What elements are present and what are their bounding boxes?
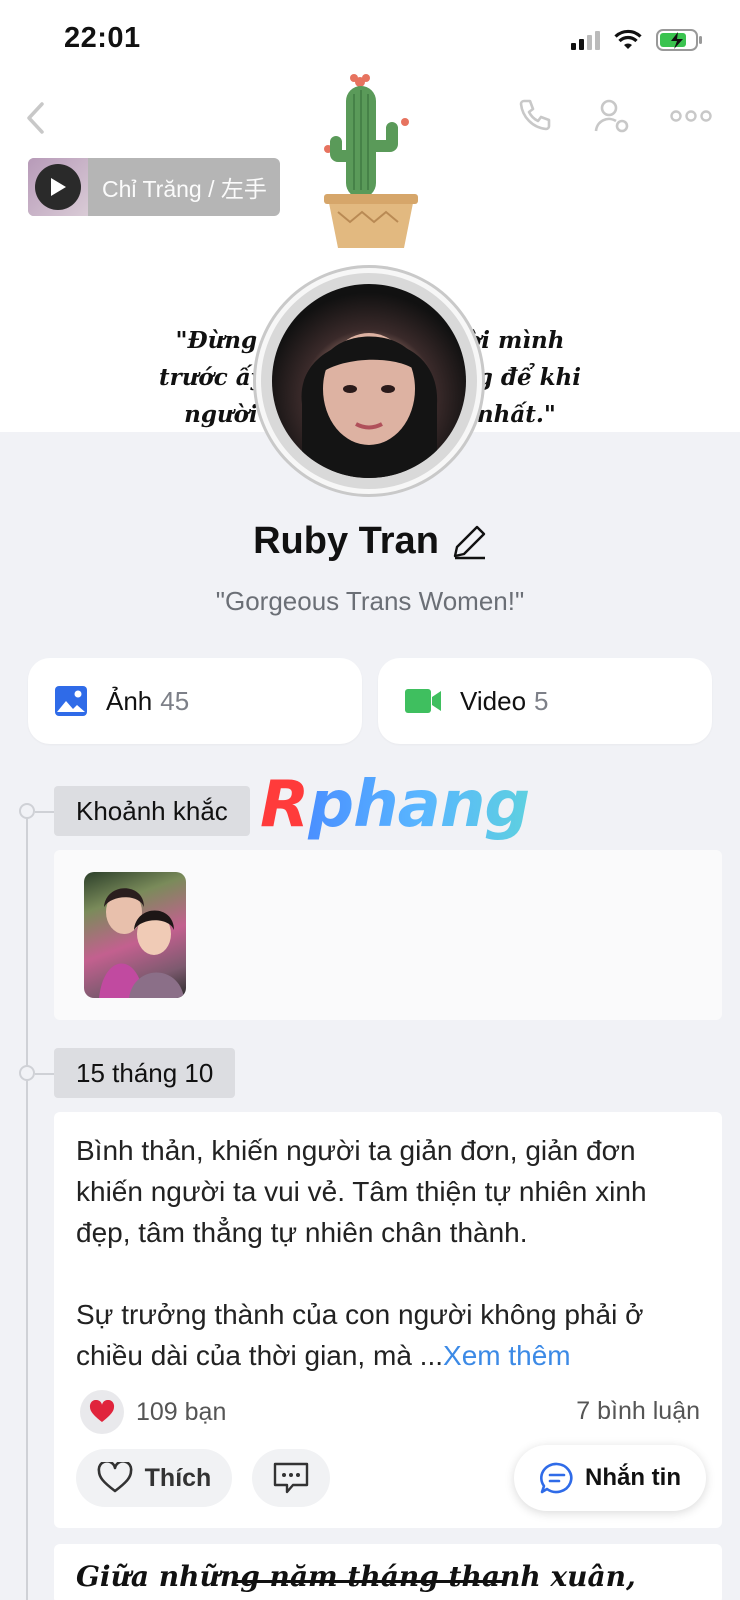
message-button[interactable]: Nhắn tin — [514, 1445, 706, 1511]
post-paragraph-truncated: Sự trưởng thành của con người không phải… — [76, 1294, 706, 1376]
videos-card[interactable]: Video 5 — [378, 658, 712, 744]
moment-photo — [99, 888, 184, 998]
avatar[interactable] — [256, 268, 482, 494]
strikethrough-mark — [236, 1580, 506, 1583]
avatar-photo — [272, 284, 466, 478]
play-icon[interactable] — [35, 164, 81, 210]
timeline-line — [26, 810, 28, 1600]
reactions-summary[interactable]: 109 bạn — [80, 1390, 226, 1434]
timeline-connector — [35, 811, 55, 813]
timeline-dot — [19, 1065, 35, 1081]
music-title: Chỉ Trăng / 左手 — [102, 176, 267, 202]
music-thumbnail — [28, 158, 88, 216]
photos-count: 45 — [160, 685, 190, 716]
comment-bubble-icon — [273, 1462, 309, 1494]
reaction-count: 109 bạn — [136, 1397, 227, 1426]
signal-icon — [571, 30, 600, 50]
profile-bio: "Gorgeous Trans Women!" — [215, 586, 525, 616]
profile-name-row: Ruby Tran — [0, 520, 740, 563]
phone-icon[interactable] — [514, 96, 554, 136]
status-time: 22:01 — [64, 22, 141, 54]
comment-count[interactable]: 7 bình luận — [576, 1397, 700, 1426]
edit-pencil-icon[interactable] — [453, 524, 487, 560]
moment-thumbnail[interactable] — [84, 872, 186, 998]
video-camera-icon — [405, 689, 441, 713]
profile-name: Ruby Tran — [253, 520, 439, 562]
next-post-preview[interactable]: Giữa những năm tháng thanh xuân, — [76, 1560, 636, 1593]
photos-card[interactable]: Ảnh 45 — [28, 658, 362, 744]
like-button[interactable]: Thích — [76, 1449, 232, 1507]
avatar-portrait — [301, 333, 438, 478]
battery-icon — [656, 29, 702, 51]
see-more-link[interactable]: Xem thêm — [443, 1340, 571, 1371]
videos-label: Video — [460, 685, 527, 716]
comment-button[interactable] — [252, 1449, 330, 1507]
status-bar: 22:01 — [0, 0, 740, 80]
more-options-icon[interactable] — [670, 109, 712, 123]
message-label: Nhắn tin — [585, 1464, 681, 1491]
user-settings-icon[interactable] — [592, 96, 632, 136]
timeline-connector — [35, 1073, 55, 1075]
post-body[interactable]: Bình thản, khiến người ta giản đơn, giản… — [76, 1130, 706, 1376]
like-label: Thích — [144, 1463, 212, 1492]
heart-outline-icon — [97, 1462, 133, 1493]
cactus-illustration — [324, 74, 418, 248]
wifi-icon — [614, 29, 642, 49]
photo-icon — [55, 686, 87, 716]
profile-music-player[interactable]: Chỉ Trăng / 左手 — [28, 158, 280, 216]
heart-reaction-icon — [80, 1390, 124, 1434]
date-tag: 15 tháng 10 — [54, 1048, 236, 1098]
post-paragraph: Bình thản, khiến người ta giản đơn, giản… — [76, 1135, 647, 1248]
watermark-logo: Rphang — [260, 768, 530, 842]
timeline-dot — [19, 803, 35, 819]
photos-label: Ảnh — [106, 685, 153, 716]
videos-count: 5 — [534, 685, 549, 716]
chat-icon — [540, 1462, 573, 1494]
status-icons — [571, 28, 704, 52]
moments-tag: Khoảnh khắc — [54, 786, 250, 836]
back-arrow-icon[interactable] — [24, 100, 48, 136]
